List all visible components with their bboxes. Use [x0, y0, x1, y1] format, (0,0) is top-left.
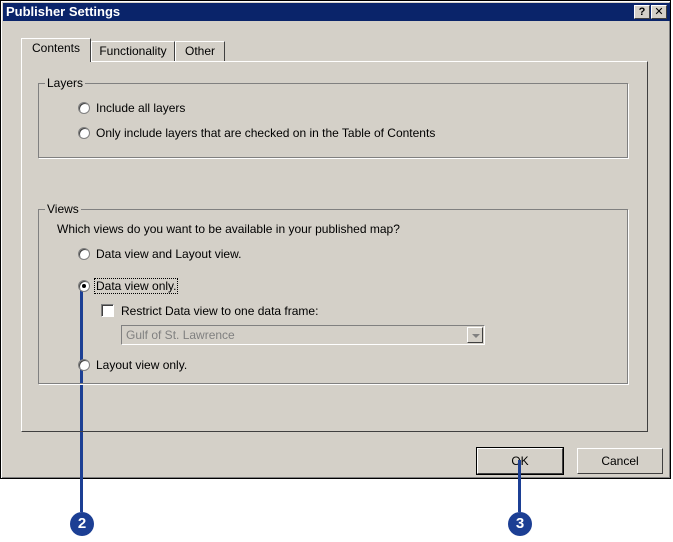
data-and-layout-view-label: Data view and Layout view. [96, 247, 242, 261]
include-all-layers-label: Include all layers [96, 101, 186, 115]
publisher-settings-dialog: Publisher Settings ? ✕ Contents Function… [0, 0, 671, 479]
close-button[interactable]: ✕ [651, 5, 667, 19]
include-all-layers-radio[interactable] [78, 102, 90, 114]
restrict-data-view-checkbox[interactable] [101, 304, 114, 317]
tab-functionality[interactable]: Functionality [91, 41, 175, 61]
callout-3-badge: 3 [508, 512, 532, 536]
checked-layers-only-label: Only include layers that are checked on … [96, 126, 436, 140]
views-legend: Views [45, 202, 81, 216]
data-view-only-label: Data view only. [94, 278, 179, 294]
help-button[interactable]: ? [634, 5, 650, 19]
callout-2-badge: 2 [70, 512, 94, 536]
layers-legend: Layers [45, 76, 86, 90]
contents-tab-panel: Layers Include all layers Only include l… [21, 61, 648, 432]
tab-contents[interactable]: Contents [21, 38, 91, 62]
data-frame-select[interactable]: Gulf of St. Lawrence [121, 325, 485, 345]
views-group: Views Which views do you want to be avai… [38, 202, 628, 384]
data-frame-value: Gulf of St. Lawrence [126, 328, 235, 342]
data-view-only-radio[interactable] [78, 280, 90, 292]
checked-layers-only-radio[interactable] [78, 127, 90, 139]
data-and-layout-view-radio[interactable] [78, 248, 90, 260]
title-bar: Publisher Settings ? ✕ [3, 3, 670, 21]
window-title: Publisher Settings [6, 4, 121, 19]
views-question: Which views do you want to be available … [57, 222, 400, 236]
restrict-data-view-label: Restrict Data view to one data frame: [121, 304, 319, 318]
tab-other[interactable]: Other [175, 41, 225, 61]
callout-3-line [518, 460, 521, 512]
layout-view-only-radio[interactable] [78, 359, 90, 371]
chevron-down-icon[interactable] [467, 327, 483, 343]
layers-group: Layers Include all layers Only include l… [38, 76, 628, 158]
layout-view-only-label: Layout view only. [96, 358, 188, 372]
cancel-button[interactable]: Cancel [577, 448, 663, 474]
